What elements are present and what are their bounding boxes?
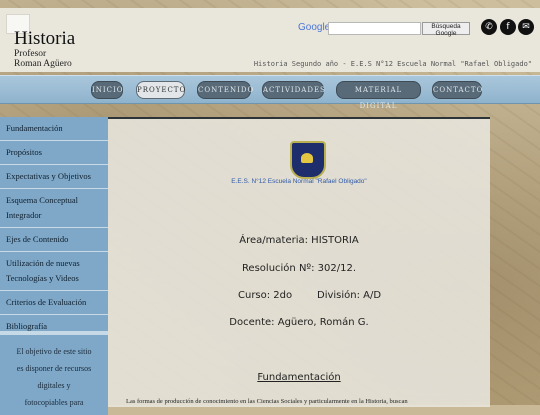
site-subtitle: Profesor Roman Agüero: [14, 49, 72, 69]
google-logo: Google: [298, 22, 331, 33]
resolution: Resolución Nº: 302/12.: [241, 263, 357, 274]
facebook-icon[interactable]: f: [500, 19, 516, 35]
site-title: Historia: [14, 28, 76, 49]
subtitle-line-2: Roman Agüero: [14, 59, 72, 69]
body-text: Las formas de producción de conocimiento…: [126, 398, 408, 405]
sidebar-item-propositos[interactable]: Propósitos: [0, 141, 108, 165]
site-tagline: Historia Segundo año - E.E.S N°12 Escuel…: [253, 60, 532, 68]
sidebar-info-text: El objetivo de este sitio es disponer de…: [16, 347, 92, 407]
course: Curso: 2do: [238, 290, 293, 301]
map-right-strip: [490, 117, 540, 405]
school-name: E.E.S. N°12 Escuela Normal "Rafael Oblig…: [231, 178, 367, 185]
search-button[interactable]: Búsqueda Google: [422, 22, 470, 37]
division: División: A/D: [317, 290, 382, 301]
sidebar-item-esquema[interactable]: Esquema Conceptual Integrador: [0, 189, 108, 228]
whatsapp-icon[interactable]: ✆: [481, 19, 497, 35]
sidebar: Fundamentación Propósitos Expectativas y…: [0, 117, 108, 415]
nav-actividades[interactable]: ACTIVIDADES: [262, 81, 325, 99]
main-content: E.E.S. N°12 Escuela Normal "Rafael Oblig…: [108, 117, 490, 407]
sidebar-item-criterios[interactable]: Criterios de Evaluación: [0, 291, 108, 315]
nav-proyecto[interactable]: PROYECTO: [136, 81, 185, 99]
school-emblem: [290, 141, 326, 179]
subtitle-line-1: Profesor: [14, 49, 47, 59]
section-title: Fundamentación: [257, 372, 341, 383]
email-icon[interactable]: ✉: [518, 19, 534, 35]
site-header: Historia Profesor Roman Agüero Historia …: [0, 8, 540, 72]
teacher: Docente: Agüero, Román G.: [229, 317, 369, 328]
sidebar-item-tecnologias[interactable]: Utilización de nuevas Tecnologías y Vide…: [0, 252, 108, 291]
nav-contacto[interactable]: CONTACTO: [432, 81, 482, 99]
main-nav: INICIO PROYECTO CONTENIDO ACTIVIDADES MA…: [0, 75, 540, 110]
search-input[interactable]: [328, 22, 421, 35]
sidebar-item-fundamentacion[interactable]: Fundamentación: [0, 117, 108, 141]
nav-inicio[interactable]: INICIO: [91, 81, 123, 99]
nav-material-digital[interactable]: MATERIAL DIGITAL: [336, 81, 421, 110]
sidebar-info-box: El objetivo de este sitio es disponer de…: [0, 331, 108, 415]
sidebar-item-ejes[interactable]: Ejes de Contenido: [0, 228, 108, 252]
sidebar-item-expectativas[interactable]: Expectativas y Objetivos: [0, 165, 108, 189]
nav-contenido[interactable]: CONTENIDO: [197, 81, 253, 99]
area-materia: Área/materia: HISTORIA: [239, 235, 359, 246]
